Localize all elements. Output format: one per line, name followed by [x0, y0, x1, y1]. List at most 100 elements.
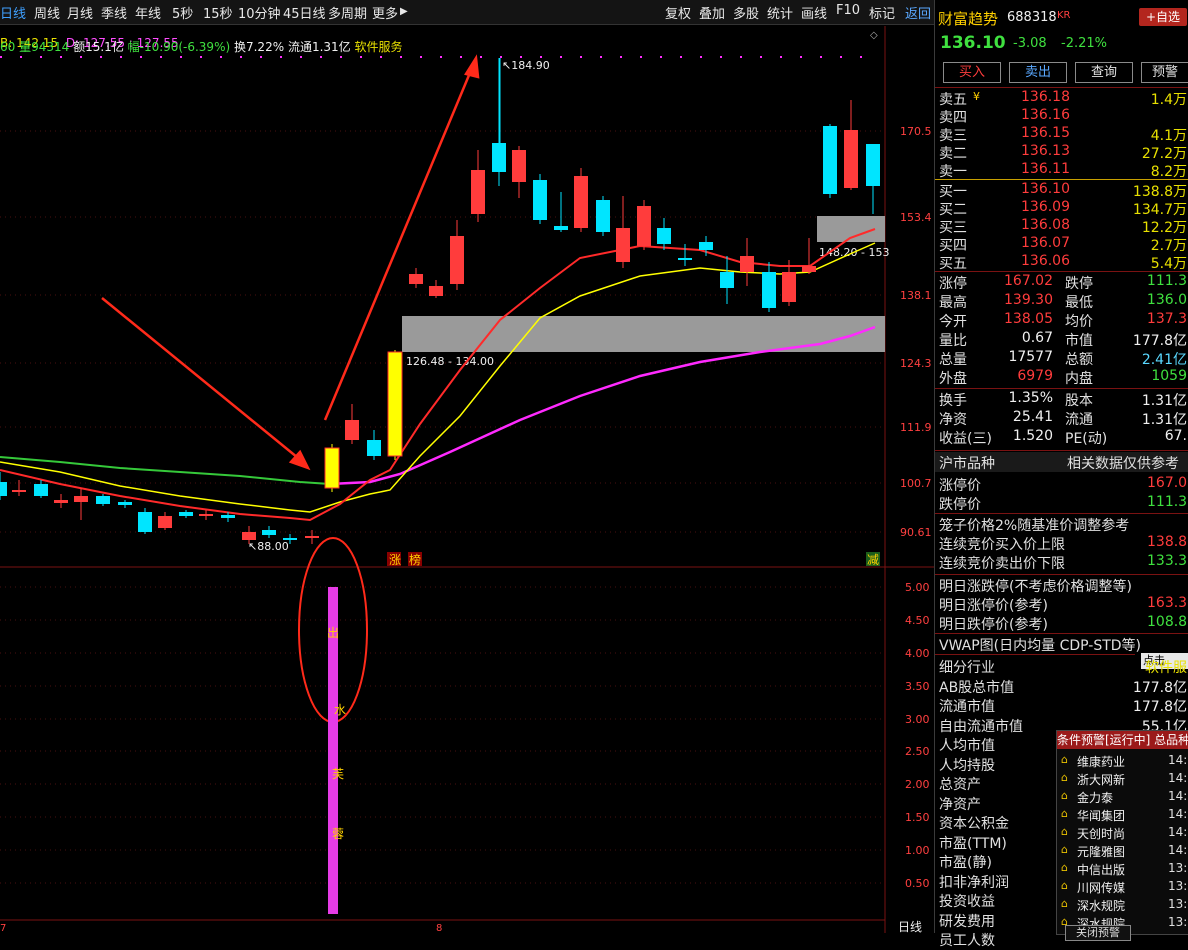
- cage-price-note: 笼子价格2%随基准价调整参考: [939, 518, 1130, 534]
- alert-item[interactable]: ⌂ 浙大网新 14:5: [1061, 771, 1188, 789]
- alert-bell-icon: ⌂: [1061, 753, 1068, 766]
- price-gridlines: [0, 130, 885, 884]
- indicator-tick: 4.50: [905, 614, 930, 627]
- fundamental-label: 市盈(静): [939, 855, 992, 871]
- stat-value: 6979: [1017, 368, 1053, 384]
- stat-label: 外盘: [939, 371, 967, 387]
- ma-mid-line: [0, 242, 876, 513]
- alert-title[interactable]: 条件预警[运行中] 总品种: [1057, 731, 1188, 749]
- stat-label: 均价: [1065, 314, 1093, 330]
- candle-body: [429, 286, 443, 296]
- stock-code: 688318: [1007, 10, 1057, 25]
- add-watchlist-button[interactable]: +自选: [1139, 8, 1187, 26]
- alert-stock-name: 中信出版: [1077, 863, 1126, 877]
- indicator-tick: 3.00: [905, 713, 930, 726]
- candle-body: [678, 258, 692, 260]
- stat-label: PE(动): [1065, 431, 1108, 447]
- alert-item[interactable]: ⌂ 深水规院 13:5: [1061, 897, 1188, 915]
- alert-time: 14:5: [1168, 753, 1188, 767]
- bid-volume: 2.7万: [1150, 238, 1187, 254]
- bottom-period-label: 日线: [898, 920, 922, 933]
- price-change-pct: -2.21%: [1061, 36, 1107, 51]
- bid-volume: 134.7万: [1132, 202, 1187, 218]
- stat-label: 最低: [1065, 295, 1093, 311]
- auction-up-label: 连续竞价买入价上限: [939, 537, 1065, 553]
- alert-item[interactable]: ⌂ 天创时尚 14:0: [1061, 825, 1188, 843]
- stat-label: 量比: [939, 333, 967, 349]
- limit-down-price: 111.3: [1147, 494, 1188, 510]
- limit-down-label: 跌停价: [939, 497, 981, 513]
- candle-body: [471, 170, 485, 214]
- alert-time: 13:5: [1168, 897, 1188, 911]
- chart-settings-icon: ◇: [870, 30, 878, 41]
- divider: [935, 87, 1188, 88]
- ask-currency-icon: ¥: [973, 90, 980, 103]
- candle-body: [262, 530, 276, 535]
- alert-time: 14:0: [1168, 825, 1188, 839]
- stat-value: 139.30: [1004, 292, 1053, 308]
- ask-price: 136.11: [1021, 161, 1070, 177]
- candle-body: [34, 484, 48, 496]
- stat-label: 收益(三): [939, 431, 992, 447]
- alert-stock-name: 川网传媒: [1077, 881, 1126, 895]
- alert-button[interactable]: 预警: [1141, 62, 1188, 83]
- fundamental-label: 扣非净利润: [939, 874, 1009, 891]
- bid-price: 136.07: [1021, 235, 1070, 251]
- condition-alert-popup[interactable]: 条件预警[运行中] 总品种 ⌂ 维康药业 14:5 ⌂ 浙大网新 14:5 ⌂ 金力泰 14:3…: [1056, 730, 1188, 941]
- high-price-label: ↖184.90: [502, 59, 550, 72]
- indicator-tick: 2.50: [905, 745, 930, 758]
- alert-item[interactable]: ⌂ 元隆雅图 14:0: [1061, 843, 1188, 861]
- axis-label-left: 7: [0, 923, 6, 933]
- stat-value: 25.41: [1012, 409, 1053, 425]
- board-note: 相关数据仅供参考: [1067, 456, 1179, 472]
- stat-label: 涨停: [939, 276, 967, 292]
- ask-label: 卖二: [939, 146, 967, 162]
- stat-label: 净资: [939, 412, 967, 428]
- candle-body: [637, 206, 651, 246]
- alert-bell-icon: ⌂: [1061, 771, 1068, 784]
- candle-body: [720, 272, 734, 288]
- fundamental-label: 自由流通市值: [939, 718, 1023, 735]
- alert-item[interactable]: ⌂ 金力泰 14:3: [1061, 789, 1188, 807]
- query-button[interactable]: 查询: [1075, 62, 1133, 83]
- fundamental-label: AB股总市值: [939, 679, 1015, 696]
- reduce-marker: 减: [867, 553, 879, 567]
- price-tick: 111.9: [900, 421, 932, 434]
- tomorrow-up-label: 明日涨停价(参考): [939, 598, 1048, 614]
- alert-item[interactable]: ⌂ 川网传媒 13:5: [1061, 879, 1188, 897]
- tomorrow-up-price: 163.3: [1147, 595, 1188, 611]
- alert-item[interactable]: ⌂ 中信出版 13:5: [1061, 861, 1188, 879]
- bid-volume: 138.8万: [1132, 184, 1187, 200]
- bid-volume: 5.4万: [1150, 256, 1187, 272]
- fundamental-label: 人均持股: [939, 757, 995, 774]
- low-price-label: ↖88.00: [248, 540, 289, 553]
- indicator-tick: 3.50: [905, 680, 930, 693]
- alert-bell-icon: ⌂: [1061, 807, 1068, 820]
- price-tick: 124.3: [900, 357, 932, 370]
- candle-body: [242, 532, 256, 540]
- candle-body: [199, 514, 213, 516]
- sell-button[interactable]: 卖出: [1009, 62, 1067, 83]
- indicator-char-1: 出: [327, 626, 339, 640]
- alert-time: 14:0: [1168, 843, 1188, 857]
- divider: [935, 513, 1188, 514]
- buy-button[interactable]: 买入: [943, 62, 1001, 83]
- alert-item[interactable]: ⌂ 华闻集团 14:2: [1061, 807, 1188, 825]
- ask-price: 136.16: [1021, 107, 1070, 123]
- stat-value: 111.3: [1146, 273, 1187, 289]
- kline-chart[interactable]: ◇ 126.48 - 134.00 148.20 - 153 ↖184.90 ↖…: [0, 0, 934, 933]
- alert-time: 14:3: [1168, 789, 1188, 803]
- vwap-link[interactable]: VWAP图(日内均量 CDP-STD等): [939, 635, 1141, 654]
- candle-body: [740, 256, 754, 272]
- alert-item[interactable]: ⌂ 维康药业 14:5: [1061, 753, 1188, 771]
- fundamental-label: 资本公积金: [939, 816, 1009, 832]
- indicator-char-3: 芙: [332, 767, 344, 781]
- candle-body: [324, 447, 340, 489]
- alert-stock-name: 维康药业: [1077, 755, 1126, 769]
- bid-label: 买四: [939, 238, 967, 254]
- fundamental-label: 流通市值: [939, 699, 995, 715]
- bid-price: 136.08: [1021, 217, 1070, 233]
- alert-stock-name: 深水规院: [1077, 899, 1126, 913]
- close-alert-button[interactable]: 关闭预警: [1065, 925, 1131, 941]
- bid-label: 买三: [939, 220, 967, 236]
